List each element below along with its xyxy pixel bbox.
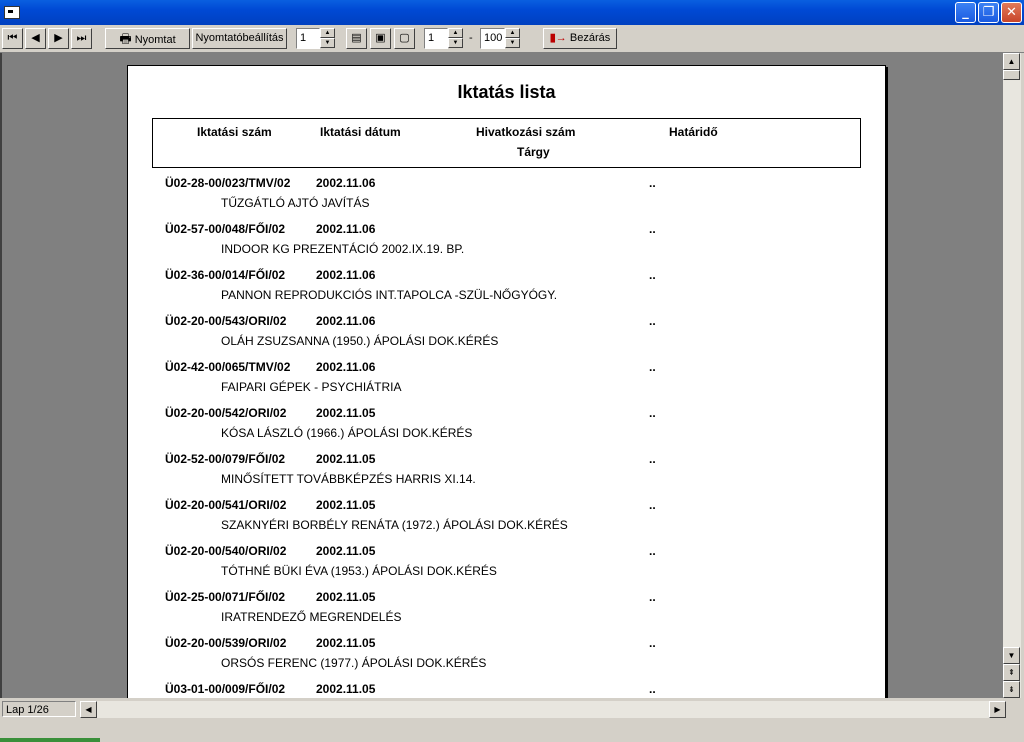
row-date: 2002.11.06 <box>316 268 376 282</box>
horizontal-scrollbar[interactable]: ◀ ▶ <box>80 701 1006 718</box>
page-width-view-icon[interactable]: ▤ <box>346 28 367 49</box>
row-date: 2002.11.06 <box>316 314 376 328</box>
page-to-spinner[interactable]: ▲ ▼ <box>505 28 520 49</box>
scroll-thumb[interactable] <box>1003 70 1020 80</box>
row-subject: KÓSA LÁSZLÓ (1966.) ÁPOLÁSI DOK.KÉRÉS <box>221 426 473 440</box>
row-number: Ü02-20-00/540/ORI/02 <box>165 544 287 558</box>
last-page-button[interactable]: ⏭ <box>71 28 92 49</box>
row-deadline: .. <box>649 636 656 650</box>
close-label: Bezárás <box>569 32 611 44</box>
print-button[interactable]: 🖶 Nyomtat <box>105 28 190 49</box>
row-subject: PANNON REPRODUKCIÓS INT.TAPOLCA -SZÜL-NŐ… <box>221 288 558 302</box>
row-subject: SZAKNYÉRI BORBÉLY RENÁTA (1972.) ÁPOLÁSI… <box>221 518 568 532</box>
vertical-scrollbar[interactable]: ▲ ▼ ⇞ ⇟ <box>1003 53 1021 698</box>
toolbar: ⏮ ◀ ▶ ⏭ 🖶 Nyomtat Nyomtatóbeállítás 1 ▲ ▼… <box>0 25 1024 53</box>
window-bottom-edge <box>0 720 1024 742</box>
printer-icon: 🖶 <box>119 31 132 46</box>
scroll-left-button[interactable]: ◀ <box>80 701 97 718</box>
page-range-separator: - <box>469 32 473 44</box>
row-number: Ü02-20-00/542/ORI/02 <box>165 406 287 420</box>
prev-page-button[interactable]: ◀ <box>25 28 46 49</box>
row-number: Ü02-25-00/071/FŐI/02 <box>165 590 286 604</box>
row-number: Ü02-20-00/543/ORI/02 <box>165 314 287 328</box>
status-bar: Lap 1/26 ◀ ▶ <box>0 698 1024 720</box>
row-date: 2002.11.06 <box>316 176 376 190</box>
minimize-button[interactable]: _ <box>955 2 976 23</box>
zoom-input[interactable]: 1 <box>296 28 320 49</box>
row-date: 2002.11.05 <box>316 406 376 420</box>
exit-door-icon: ▮→ <box>549 32 567 44</box>
close-window-button[interactable]: ✕ <box>1001 2 1022 23</box>
row-deadline: .. <box>649 314 656 328</box>
page-indicator: Lap 1/26 <box>2 701 76 717</box>
column-header-box: Iktatási szám Iktatási dátum Hivatkozási… <box>152 118 861 168</box>
row-subject: MINŐSÍTETT TOVÁBBKÉPZÉS HARRIS XI.14. <box>221 472 476 486</box>
row-subject: ORSÓS FERENC (1977.) ÁPOLÁSI DOK.KÉRÉS <box>221 656 487 670</box>
header-deadline: Határidő <box>669 125 718 139</box>
row-subject: OLÁH ZSUZSANNA (1950.) ÁPOLÁSI DOK.KÉRÉS <box>221 334 499 348</box>
window-menu-icon[interactable] <box>4 6 20 19</box>
row-number: Ü02-20-00/539/ORI/02 <box>165 636 287 650</box>
header-number: Iktatási szám <box>197 125 272 139</box>
page-from-input[interactable]: 1 <box>424 28 448 49</box>
print-settings-label: Nyomtatóbeállítás <box>195 32 284 44</box>
row-number: Ü02-57-00/048/FŐI/02 <box>165 222 286 236</box>
header-reference: Hivatkozási szám <box>476 125 576 139</box>
page-from-spinner[interactable]: ▲ ▼ <box>448 28 463 49</box>
print-settings-button[interactable]: Nyomtatóbeállítás <box>192 28 287 49</box>
row-date: 2002.11.05 <box>316 636 376 650</box>
row-number: Ü02-36-00/014/FŐI/02 <box>165 268 286 282</box>
next-page-button[interactable]: ▶ <box>48 28 69 49</box>
header-subject: Tárgy <box>517 145 550 159</box>
close-report-button[interactable]: ▮→ Bezárás <box>543 28 617 49</box>
prev-page-scroll-button[interactable]: ⇞ <box>1003 664 1020 681</box>
report-page: Iktatás lista Iktatási szám Iktatási dát… <box>127 65 886 698</box>
zoom-spinner[interactable]: ▲ ▼ <box>320 28 335 49</box>
whole-page-view-icon[interactable]: ▣ <box>370 28 391 49</box>
row-date: 2002.11.05 <box>316 544 376 558</box>
print-label: Nyomtat <box>134 34 176 46</box>
row-date: 2002.11.06 <box>316 222 376 236</box>
row-date: 2002.11.05 <box>316 498 376 512</box>
row-deadline: .. <box>649 682 656 696</box>
scroll-down-button[interactable]: ▼ <box>1003 647 1020 664</box>
report-viewport[interactable]: Iktatás lista Iktatási szám Iktatási dát… <box>0 53 1003 698</box>
row-date: 2002.11.06 <box>316 360 376 374</box>
row-deadline: .. <box>649 590 656 604</box>
row-deadline: .. <box>649 222 656 236</box>
row-deadline: .. <box>649 544 656 558</box>
row-deadline: .. <box>649 406 656 420</box>
row-number: Ü02-42-00/065/TMV/02 <box>165 360 291 374</box>
row-number: Ü02-28-00/023/TMV/02 <box>165 176 291 190</box>
row-subject: TÓTHNÉ BÜKI ÉVA (1953.) ÁPOLÁSI DOK.KÉRÉ… <box>221 564 497 578</box>
row-date: 2002.11.05 <box>316 590 376 604</box>
row-deadline: .. <box>649 176 656 190</box>
scroll-right-button[interactable]: ▶ <box>989 701 1006 718</box>
row-deadline: .. <box>649 452 656 466</box>
row-subject: IRATRENDEZŐ MEGRENDELÉS <box>221 610 402 624</box>
page-to-input[interactable]: 100 <box>480 28 505 49</box>
next-page-scroll-button[interactable]: ⇟ <box>1003 681 1020 698</box>
row-deadline: .. <box>649 360 656 374</box>
row-number: Ü02-20-00/541/ORI/02 <box>165 498 287 512</box>
header-date: Iktatási dátum <box>320 125 401 139</box>
two-page-view-icon[interactable]: ▢ <box>394 28 415 49</box>
row-date: 2002.11.05 <box>316 452 376 466</box>
row-deadline: .. <box>649 498 656 512</box>
report-title: Iktatás lista <box>457 82 556 102</box>
scroll-up-button[interactable]: ▲ <box>1003 53 1020 70</box>
row-subject: INDOOR KG PREZENTÁCIÓ 2002.IX.19. BP. <box>221 242 465 256</box>
row-date: 2002.11.05 <box>316 682 376 696</box>
first-page-button[interactable]: ⏮ <box>2 28 23 49</box>
row-subject: TŰZGÁTLÓ AJTÓ JAVÍTÁS <box>221 196 370 210</box>
row-deadline: .. <box>649 268 656 282</box>
restore-button[interactable]: ❐ <box>978 2 999 23</box>
row-subject: FAIPARI GÉPEK - PSYCHIÁTRIA <box>221 380 402 394</box>
title-bar: _ ❐ ✕ <box>0 0 1024 25</box>
row-number: Ü03-01-00/009/FŐI/02 <box>165 682 286 696</box>
row-number: Ü02-52-00/079/FŐI/02 <box>165 452 286 466</box>
